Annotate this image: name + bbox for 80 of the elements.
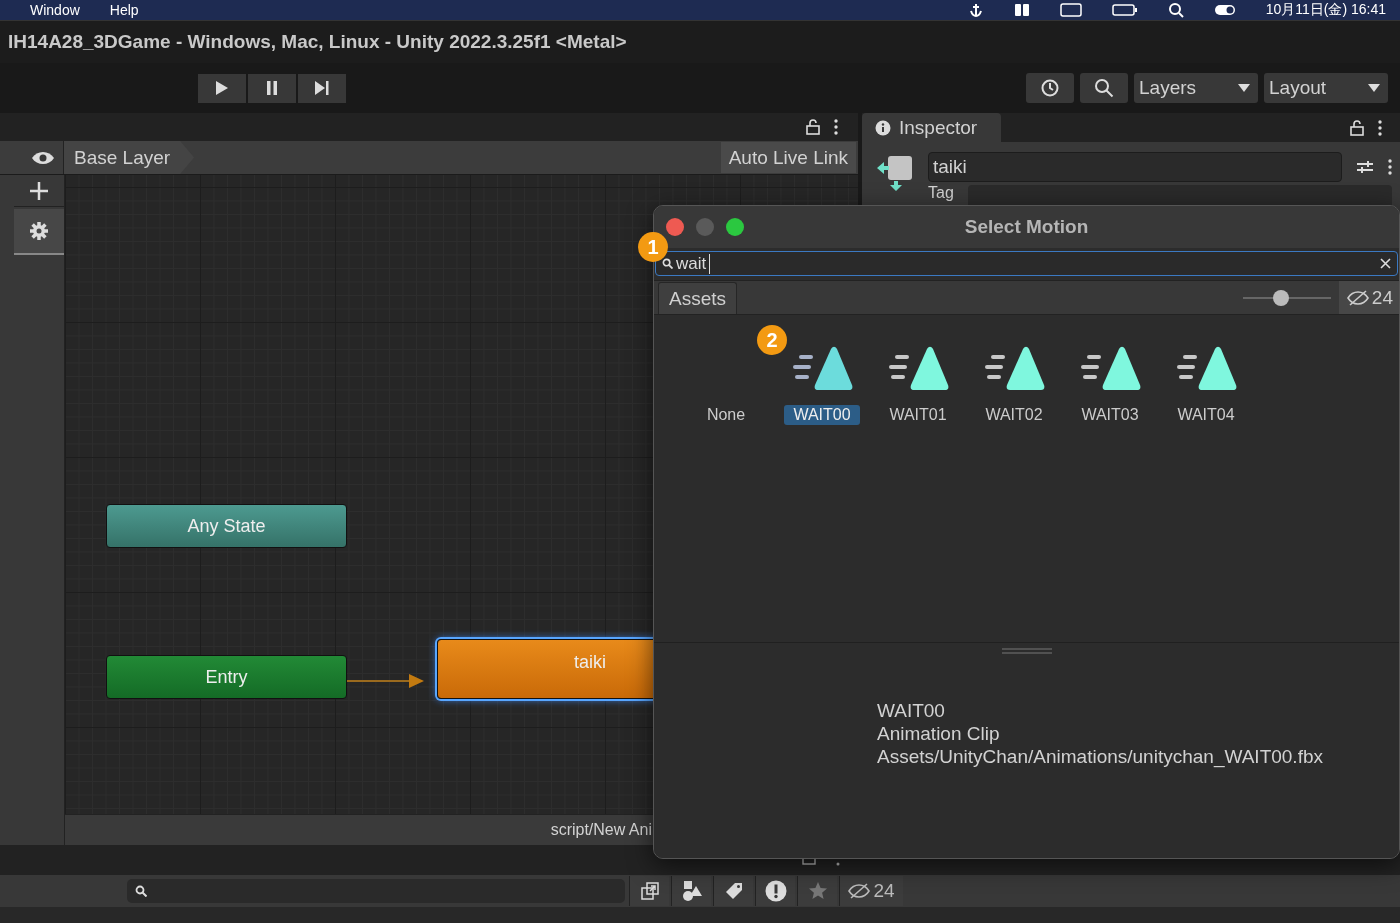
layout-dropdown[interactable]: Layout [1264,73,1388,103]
eye-icon[interactable] [31,150,55,165]
search-field[interactable] [127,879,625,903]
animation-clip-icon[interactable] [1079,345,1141,391]
history-icon [1040,78,1060,98]
asset-label[interactable]: None [697,405,755,425]
animation-clip-icon[interactable] [1175,345,1237,391]
star-icon [807,881,828,901]
tag-label: Tag [928,185,954,201]
close-button[interactable] [666,218,684,236]
asset-label[interactable]: WAIT00 [784,405,860,425]
inspector-tab[interactable]: Inspector [862,113,1002,142]
eye-slash-icon [848,883,871,899]
asset-label[interactable]: WAIT04 [1168,405,1244,425]
caret-icon [1368,84,1380,92]
menu-item[interactable]: Help [109,2,139,18]
breadcrumb-tab[interactable]: Base Layer [64,141,195,174]
settings-icon [29,221,49,241]
eye-slash-icon [1346,289,1369,306]
search-icon [662,258,673,269]
state-node[interactable]: Entry [106,655,347,699]
hidden-count-button[interactable]: 24 [839,876,903,906]
settings-tab[interactable] [14,209,64,255]
lock-icon[interactable] [806,119,820,135]
preview-text: Assets/UnityChan/Animations/unitychan_WAIT00.fbx [877,745,1324,768]
asset-label[interactable]: WAIT02 [976,405,1052,425]
dialog-title: Select Motion [964,216,1089,238]
clear-icon[interactable] [1380,258,1391,269]
asset-path: script/New Ani [550,821,652,839]
more-icon[interactable] [1388,159,1392,175]
step-icon [314,80,330,96]
search-icon [135,885,147,897]
zoom-button[interactable] [726,218,744,236]
menu-item[interactable]: Window [30,2,80,18]
more-icon[interactable] [1378,119,1382,136]
keyboard-icon[interactable] [1059,3,1082,17]
name-field[interactable]: taiki [928,152,1342,182]
animation-clip-icon[interactable] [887,345,949,391]
anchor-icon[interactable] [967,2,984,18]
splitter-handle[interactable] [1001,648,1052,654]
asset-label[interactable]: WAIT03 [1072,405,1148,425]
label-filter-button[interactable] [713,876,753,906]
menu-bar-clock: 10月11日(金) 16:41 [1265,1,1386,19]
window-icon[interactable] [1013,2,1030,18]
play-button[interactable] [198,73,246,103]
shapes-icon [680,880,703,902]
pause-button[interactable] [248,73,296,103]
open-window-icon [639,881,660,901]
battery-icon[interactable] [1111,3,1138,17]
window-title: IH14A28_3DGame - Windows, Mac, Linux - Unity 2022.3.25f1 <Metal> [8,31,627,53]
animation-clip-icon[interactable] [983,345,1045,391]
sliders-icon[interactable] [1356,159,1374,175]
plus-icon [29,180,49,201]
info-icon [875,119,891,136]
animation-clip-icon[interactable] [791,345,853,391]
type-filter-button[interactable] [671,876,711,906]
play-icon [215,80,229,96]
lock-icon[interactable] [1350,119,1364,136]
preview-text: Animation Clip [877,722,1001,745]
caret-icon [1238,84,1250,92]
favorites-button[interactable] [797,876,837,906]
history-button[interactable] [1026,73,1074,103]
search-icon [1094,78,1114,98]
warning-filter-button[interactable] [755,876,795,906]
more-icon[interactable] [834,119,838,135]
preview-text: WAIT00 [877,699,946,722]
size-slider[interactable] [1242,289,1331,306]
assets-tab[interactable]: Assets [658,282,738,314]
layers-dropdown[interactable]: Layers [1134,73,1258,103]
toggle-icon[interactable] [1213,4,1236,16]
state-node[interactable]: Any State [106,504,347,548]
step-button[interactable] [298,73,346,103]
open-window-button[interactable] [629,876,669,906]
hidden-count-button[interactable]: 24 [1338,281,1399,314]
search-button[interactable] [1080,73,1128,103]
pause-icon [266,80,278,96]
search-icon[interactable] [1167,2,1184,18]
asset-label[interactable]: WAIT01 [880,405,956,425]
warning-icon [764,880,787,902]
auto-live-link-button[interactable]: Auto Live Link [720,142,856,173]
